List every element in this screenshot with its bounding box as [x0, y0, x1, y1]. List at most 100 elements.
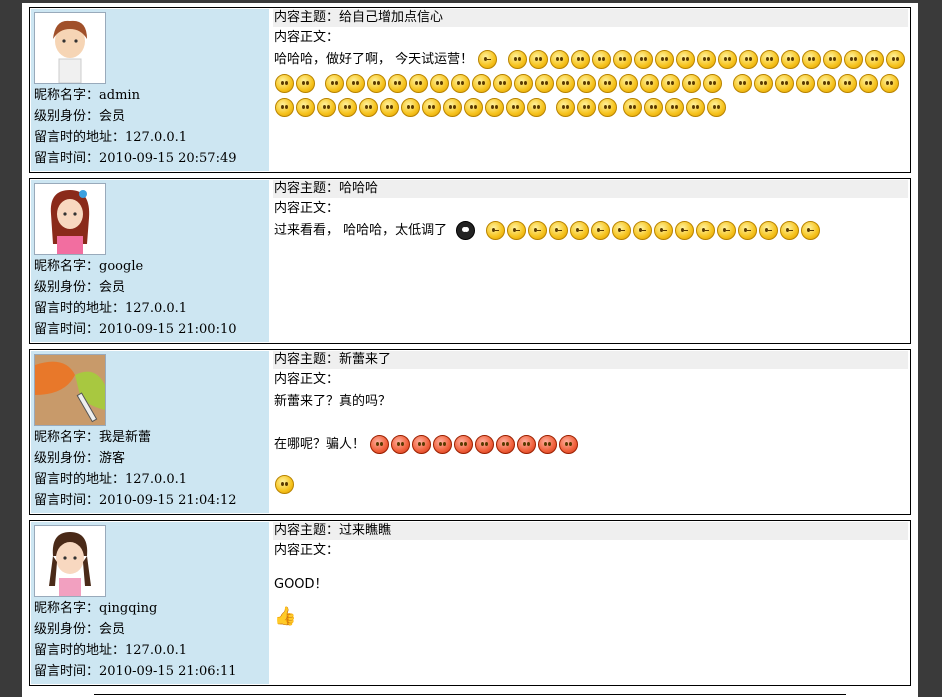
smile-emoticon-icon: [549, 50, 569, 69]
guestbook-page: 昵称名字：admin 级别身份：会员 留言时的地址：127.0.0.1 留言时间…: [22, 0, 918, 697]
angry-emoticon-icon: [412, 435, 432, 454]
thumbs-up-icon: 👍: [274, 605, 297, 627]
ip-row: 留言时的地址：127.0.0.1: [34, 127, 237, 148]
wink-emoticon-icon: [632, 221, 652, 240]
subject: 给自己增加点信心: [339, 10, 444, 25]
angry-emoticon-icon: [370, 435, 390, 454]
wink-emoticon-icon: [569, 221, 589, 240]
message-text-2: 在哪呢？骗人！: [274, 437, 366, 452]
level-label: 级别身份：: [34, 109, 100, 124]
ip-address: 127.0.0.1: [125, 643, 188, 658]
ip-address: 127.0.0.1: [125, 472, 188, 487]
smile-emoticon-icon: [409, 74, 429, 93]
smile-emoticon-icon: [858, 74, 878, 93]
smile-emoticon-icon: [401, 98, 420, 117]
angry-emoticon-icon: [517, 435, 537, 454]
author-info-panel: 昵称名字：google 级别身份：会员 留言时的地址：127.0.0.1 留言时…: [31, 180, 269, 342]
smile-emoticon-icon: [675, 50, 695, 69]
smile-emoticon-icon: [275, 98, 294, 117]
smile-emoticon-icon: [686, 98, 706, 117]
smile-emoticon-icon: [619, 74, 639, 93]
level: 会员: [99, 109, 126, 124]
smile-emoticon-icon: [644, 98, 664, 117]
wink-emoticon-icon: [695, 221, 715, 240]
time-row: 留言时间：2010-09-15 20:57:49: [34, 148, 237, 169]
timestamp: 2010-09-15 20:57:49: [99, 151, 237, 166]
smile-emoticon-icon: [325, 74, 345, 93]
smile-emoticon-icon: [367, 74, 387, 93]
smile-emoticon-icon: [759, 50, 779, 69]
message-panel: 内容主题：新蕾来了 内容正文： 新蕾来了？真的吗？ 在哪呢？骗人！: [273, 351, 908, 513]
ip-label: 留言时的地址：: [34, 301, 126, 316]
smile-emoticon-icon: [707, 98, 727, 117]
message-panel: 内容主题：过来瞧瞧 内容正文： GOOD！ 👍: [273, 522, 908, 684]
boy-avatar-icon: [34, 12, 106, 84]
nickname: qingqing: [99, 601, 158, 616]
wink-emoticon-icon: [653, 221, 673, 240]
nickname-row: 昵称名字：admin: [34, 85, 237, 106]
smile-emoticon-icon: [535, 74, 555, 93]
message-entry: 昵称名字：google 级别身份：会员 留言时的地址：127.0.0.1 留言时…: [29, 178, 911, 344]
smile-emoticon-icon: [640, 74, 660, 93]
smile-emoticon-icon: [816, 74, 836, 93]
wink-emoticon-icon: [485, 221, 505, 240]
message-panel: 内容主题：哈哈哈 内容正文： 过来看看， 哈哈哈，太低调了: [273, 180, 908, 342]
nickname-label: 昵称名字：: [34, 601, 100, 616]
angry-emoticon-icon: [391, 435, 411, 454]
smile-emoticon-icon: [696, 50, 716, 69]
time-label: 留言时间：: [34, 151, 100, 166]
angry-emoticon-icon: [559, 435, 579, 454]
smile-emoticon-icon: [317, 98, 336, 117]
body-label: 内容正文：: [274, 201, 340, 216]
smile-emoticon-icon: [570, 50, 590, 69]
message-text: 新蕾来了？真的吗？: [274, 394, 392, 409]
smile-emoticon-icon: [795, 74, 815, 93]
smile-emoticon-icon: [612, 50, 632, 69]
smile-emoticon-icon: [885, 50, 905, 69]
nickname: admin: [99, 88, 140, 103]
smile-emoticon-icon: [732, 74, 752, 93]
smile-emoticon-icon: [591, 50, 611, 69]
ip-row: 留言时的地址：127.0.0.1: [34, 469, 237, 490]
smile-emoticon-icon: [359, 98, 378, 117]
author-details: 昵称名字：google 级别身份：会员 留言时的地址：127.0.0.1 留言时…: [34, 256, 237, 340]
message-entry: 昵称名字：我是新蕾 级别身份：游客 留言时的地址：127.0.0.1 留言时间：…: [29, 349, 911, 515]
smile-emoticon-icon: [346, 74, 366, 93]
smile-emoticon-icon: [528, 50, 548, 69]
wink-emoticon-icon: [716, 221, 736, 240]
smile-emoticon-icon: [654, 50, 674, 69]
smile-emoticon-icon: [514, 74, 534, 93]
smile-emoticon-icon: [864, 50, 884, 69]
message-content: 新蕾来了？真的吗？ 在哪呢？骗人！: [273, 390, 908, 496]
wink-emoticon-icon: [506, 221, 526, 240]
level: 游客: [99, 451, 126, 466]
time-label: 留言时间：: [34, 493, 100, 508]
wink-emoticon-icon: [527, 221, 547, 240]
level: 会员: [99, 622, 126, 637]
subject-bar: 内容主题：哈哈哈: [273, 180, 908, 198]
level-row: 级别身份：游客: [34, 448, 237, 469]
subject-label: 内容主题：: [274, 352, 340, 367]
smile-emoticon-icon: [682, 74, 702, 93]
message-panel: 内容主题：给自己增加点信心 内容正文： 哈哈哈，做好了啊， 今天试运营！: [273, 9, 908, 171]
body-label: 内容正文：: [274, 372, 340, 387]
angry-emoticon-icon: [433, 435, 453, 454]
time-row: 留言时间：2010-09-15 21:04:12: [34, 490, 237, 511]
smile-emoticon-icon: [443, 98, 462, 117]
nickname: google: [99, 259, 144, 274]
level-row: 级别身份：会员: [34, 106, 237, 127]
smile-emoticon-icon: [275, 74, 294, 93]
smile-emoticon-icon: [556, 74, 576, 93]
smile-emoticon-icon: [837, 74, 857, 93]
wink-emoticon-icon: [758, 221, 778, 240]
smile-emoticon-icon: [843, 50, 863, 69]
owl-emoticon-icon: [456, 221, 476, 240]
smile-emoticon-icon: [577, 98, 597, 117]
time-row: 留言时间：2010-09-15 21:00:10: [34, 319, 237, 340]
smile-emoticon-icon: [717, 50, 737, 69]
nickname: 我是新蕾: [99, 430, 152, 445]
level: 会员: [99, 280, 126, 295]
smile-emoticon-icon: [633, 50, 653, 69]
smile-emoticon-icon: [464, 98, 483, 117]
author-info-panel: 昵称名字：qingqing 级别身份：会员 留言时的地址：127.0.0.1 留…: [31, 522, 269, 684]
